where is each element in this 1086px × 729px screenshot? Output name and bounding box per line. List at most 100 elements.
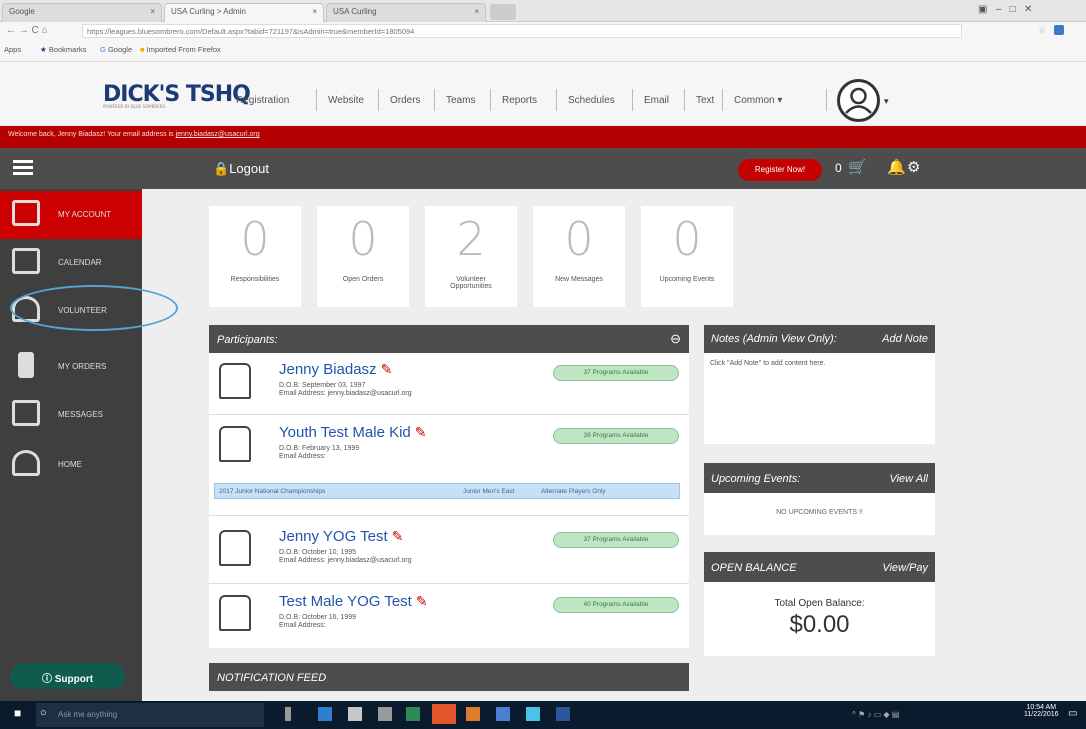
store-icon[interactable] — [378, 707, 392, 721]
participants-header: Participants: ⊖ — [209, 325, 689, 353]
participant-name-text: Jenny YOG Test — [279, 528, 388, 545]
participant-row[interactable]: Test Male YOG Test ✎ D.O.B: October 16, 1… — [209, 585, 689, 647]
explorer-icon[interactable] — [348, 707, 362, 721]
app-icon[interactable] — [496, 707, 510, 721]
nav-text[interactable]: Text — [696, 95, 714, 106]
sidebar-item-calendar[interactable]: CALENDAR — [0, 239, 142, 287]
collapse-icon[interactable]: ⊖ — [670, 331, 681, 347]
window-controls[interactable]: ▣ – □ ✕ — [978, 4, 1032, 15]
programs-available-badge[interactable]: 37 Programs Available — [553, 532, 679, 548]
program-registration-strip[interactable]: 2017 Junior National Championships Junio… — [214, 483, 680, 499]
url-field[interactable]: https://leagues.bluesombrero.com/Default… — [82, 24, 962, 38]
site-logo[interactable]: DICK'S TSHQ POWERED BY BLUE SOMBRERO — [103, 82, 251, 109]
participant-name-text: Jenny Biadasz — [279, 361, 377, 378]
browser-tab[interactable]: USA Curling × — [326, 3, 486, 22]
gear-icon[interactable]: ⚙ — [907, 158, 920, 176]
programs-available-badge[interactable]: 37 Programs Available — [553, 365, 679, 381]
edit-icon[interactable]: ✎ — [392, 528, 404, 544]
nav-divider — [826, 89, 827, 111]
home-icon — [12, 450, 40, 476]
taskbar-clock[interactable]: 10:54 AM 11/22/2016 — [1024, 704, 1059, 718]
participant-name[interactable]: Youth Test Male Kid ✎ — [279, 424, 427, 441]
tab-label: USA Curling > Admin — [171, 7, 246, 16]
caret-down-icon[interactable]: ▾ — [884, 96, 889, 107]
participant-email: Email Address: — [279, 453, 326, 460]
view-all-link[interactable]: View All — [889, 473, 928, 485]
skype-icon[interactable] — [526, 707, 540, 721]
participant-name[interactable]: Jenny Biadasz ✎ — [279, 361, 392, 378]
nav-email[interactable]: Email — [644, 95, 669, 106]
programs-available-badge[interactable]: 40 Programs Available — [553, 597, 679, 613]
participant-row[interactable]: Jenny YOG Test ✎ D.O.B: October 10, 1995 … — [209, 520, 689, 584]
notification-center-icon[interactable]: ▭ — [1068, 708, 1077, 719]
sidebar-item-my-account[interactable]: MY ACCOUNT — [0, 191, 142, 239]
browser-tab[interactable]: Google × — [2, 3, 162, 22]
edit-icon[interactable]: ✎ — [415, 424, 427, 440]
cart-icon[interactable]: 🛒 — [848, 158, 867, 176]
person-icon — [219, 595, 251, 631]
nav-divider — [434, 89, 435, 111]
nav-divider — [632, 89, 633, 111]
view-pay-link[interactable]: View/Pay — [882, 562, 928, 574]
star-icon: ★ — [40, 45, 47, 54]
sidebar-item-my-orders[interactable]: MY ORDERS — [0, 343, 142, 391]
person-icon — [219, 426, 251, 462]
programs-available-badge[interactable]: 39 Programs Available — [553, 428, 679, 444]
participant-dob: D.O.B: October 10, 1995 — [279, 549, 357, 556]
stat-value: 2 — [456, 212, 486, 266]
nav-arrows-icon[interactable]: ← → C ⌂ — [6, 25, 48, 36]
sidebar-item-home[interactable]: HOME — [0, 441, 142, 489]
firefox-icon[interactable] — [466, 707, 480, 721]
participants-title: Participants — [217, 334, 275, 346]
participant-name[interactable]: Jenny YOG Test ✎ — [279, 528, 403, 545]
windows-start-icon[interactable]: ■ — [14, 706, 28, 720]
extension-icon[interactable] — [1054, 25, 1064, 35]
stat-responsibilities[interactable]: 0 Responsibilities — [209, 206, 301, 307]
chrome-icon[interactable] — [432, 704, 456, 724]
sidebar-item-messages[interactable]: MESSAGES — [0, 391, 142, 439]
edit-icon[interactable]: ✎ — [416, 593, 428, 609]
nav-website[interactable]: Website — [328, 95, 364, 106]
sidebar-item-label: HOME — [58, 460, 82, 469]
bookmark-imported[interactable]: ■ Imported From Firefox — [140, 45, 221, 54]
logout-link[interactable]: 🔒Logout — [213, 161, 269, 177]
participant-name[interactable]: Test Male YOG Test ✎ — [279, 593, 428, 610]
nav-schedules[interactable]: Schedules — [568, 95, 615, 106]
stat-new-messages[interactable]: 0 New Messages — [533, 206, 625, 307]
stat-upcoming-events[interactable]: 0 Upcoming Events — [641, 206, 733, 307]
participant-row[interactable]: Jenny Biadasz ✎ D.O.B: September 03, 1997… — [209, 353, 689, 415]
edit-icon[interactable]: ✎ — [381, 361, 393, 377]
taskbar-search[interactable]: ○ Ask me anything — [36, 703, 264, 727]
support-button[interactable]: ⓘ Support — [10, 663, 125, 689]
hamburger-menu-icon[interactable] — [13, 160, 33, 176]
stat-volunteer-opportunities[interactable]: 2 Volunteer Opportunities — [425, 206, 517, 307]
word-icon[interactable] — [556, 707, 570, 721]
bookmark-google[interactable]: G Google — [100, 45, 132, 54]
nav-reports[interactable]: Reports — [502, 95, 537, 106]
edge-icon[interactable] — [318, 707, 332, 721]
task-view-icon[interactable] — [285, 707, 291, 721]
participant-row[interactable]: Youth Test Male Kid ✎ D.O.B: February 13,… — [209, 416, 689, 516]
add-note-link[interactable]: Add Note — [882, 333, 928, 345]
star-icon[interactable]: ☆ — [1038, 25, 1046, 36]
bookmark-apps[interactable]: Apps — [4, 45, 21, 54]
register-now-button[interactable]: Register Now! — [738, 159, 822, 181]
close-icon[interactable]: × — [150, 7, 155, 16]
close-icon[interactable]: × — [474, 7, 479, 16]
participant-dob: D.O.B: September 03, 1997 — [279, 382, 366, 389]
nav-common[interactable]: Common ▾ — [734, 95, 782, 106]
nav-registration[interactable]: Registration — [236, 95, 289, 106]
bookmark-bookmarks[interactable]: ★ Bookmarks — [40, 45, 86, 54]
nav-teams[interactable]: Teams — [446, 95, 475, 106]
stat-open-orders[interactable]: 0 Open Orders — [317, 206, 409, 307]
welcome-email-link[interactable]: jenny.biadasz@usacurl.org — [176, 131, 260, 138]
program-division: Junior Men's East — [463, 488, 515, 495]
close-icon[interactable]: × — [312, 7, 317, 16]
bell-icon[interactable]: 🔔 — [887, 158, 906, 176]
user-avatar-icon[interactable] — [837, 79, 880, 122]
browser-tab-active[interactable]: USA Curling > Admin × — [164, 3, 324, 22]
excel-icon[interactable] — [406, 707, 420, 721]
system-tray-icons[interactable]: ^ ⚑ ♪ ▭ ◆ ▤ — [852, 710, 899, 719]
new-tab-button[interactable] — [490, 4, 516, 20]
nav-orders[interactable]: Orders — [390, 95, 421, 106]
